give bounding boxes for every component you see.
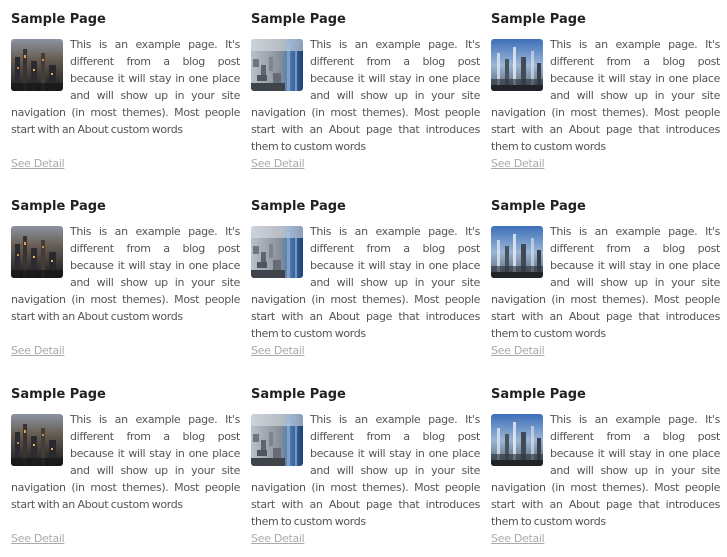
city-skyline-thumbnail[interactable] <box>491 414 543 466</box>
post-title[interactable]: Sample Page <box>491 12 586 28</box>
city-night-thumbnail[interactable] <box>11 226 63 278</box>
post-title[interactable]: Sample Page <box>11 199 106 215</box>
city-night-thumbnail[interactable] <box>11 39 63 91</box>
post-title[interactable]: Sample Page <box>11 12 106 28</box>
see-detail-link[interactable]: See Detail <box>11 344 65 358</box>
city-night-thumbnail[interactable] <box>11 414 63 466</box>
see-detail-link[interactable]: See Detail <box>491 344 545 358</box>
post-title[interactable]: Sample Page <box>11 387 106 403</box>
city-aerial-thumbnail[interactable] <box>251 39 303 91</box>
see-detail-link[interactable]: See Detail <box>491 157 545 171</box>
post-title[interactable]: Sample Page <box>251 12 346 28</box>
city-skyline-thumbnail[interactable] <box>491 39 543 91</box>
post-title[interactable]: Sample Page <box>251 199 346 215</box>
see-detail-link[interactable]: See Detail <box>251 344 305 358</box>
see-detail-link[interactable]: See Detail <box>11 157 65 171</box>
post-grid: Sample Page This is an example page. It'… <box>0 0 727 557</box>
post-title[interactable]: Sample Page <box>491 387 586 403</box>
see-detail-link[interactable]: See Detail <box>251 157 305 171</box>
see-detail-link[interactable]: See Detail <box>491 532 545 546</box>
post-title[interactable]: Sample Page <box>251 387 346 403</box>
see-detail-link[interactable]: See Detail <box>11 532 65 546</box>
see-detail-link[interactable]: See Detail <box>251 532 305 546</box>
post-title[interactable]: Sample Page <box>491 199 586 215</box>
city-aerial-thumbnail[interactable] <box>251 226 303 278</box>
city-skyline-thumbnail[interactable] <box>491 226 543 278</box>
city-aerial-thumbnail[interactable] <box>251 414 303 466</box>
